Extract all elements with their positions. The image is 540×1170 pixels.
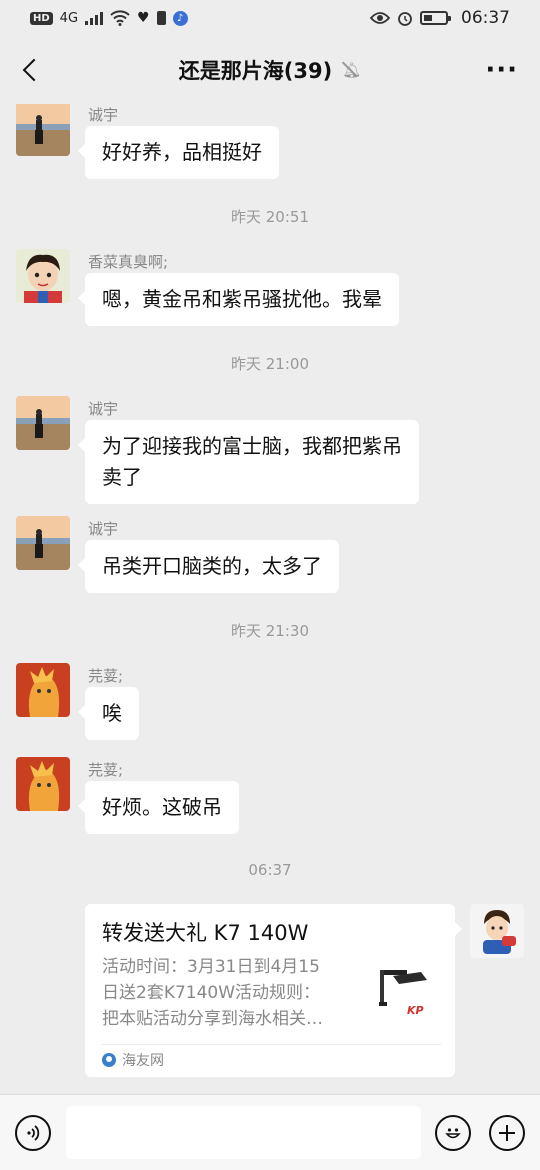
alarm-icon bbox=[398, 12, 412, 26]
sender-name: 芫荽; bbox=[88, 667, 124, 685]
message-text: 唉 bbox=[102, 701, 122, 725]
sender-name: 香菜真臭啊; bbox=[88, 253, 169, 271]
plus-icon bbox=[499, 1125, 515, 1141]
message-text: 好烦。这破吊 bbox=[102, 795, 222, 819]
back-icon bbox=[22, 58, 46, 82]
share-card-divider bbox=[102, 1044, 441, 1045]
music-app-icon: ♪ bbox=[172, 10, 188, 26]
chat-title: 还是那片海(39) bbox=[178, 59, 333, 83]
message-text-line: 为了迎接我的富士脑，我都把紫吊 bbox=[102, 434, 402, 458]
status-bar: HD 4G ♥ ♪ 06:37 bbox=[0, 0, 540, 36]
share-card-source-name: 海友网 bbox=[122, 1053, 164, 1069]
message-bubble[interactable]: 嗯，黄金吊和紫吊骚扰他。我晕 bbox=[78, 273, 399, 326]
eye-icon bbox=[370, 12, 390, 24]
sender-name: 诚宇 bbox=[88, 520, 119, 538]
voice-icon bbox=[27, 1125, 40, 1141]
status-left: HD 4G ♥ ♪ bbox=[30, 10, 188, 26]
message-bubble[interactable]: 吊类开口脑类的，太多了 bbox=[78, 540, 339, 593]
avatar[interactable] bbox=[16, 516, 70, 570]
message-text: 好好养，品相挺好 bbox=[102, 140, 262, 164]
share-card-title: 转发送大礼 K7 140W bbox=[102, 921, 309, 945]
avatar[interactable] bbox=[16, 663, 70, 717]
chat-header: 还是那片海(39) 🔔︎ ··· bbox=[0, 36, 540, 104]
message-text: 吊类开口脑类的，太多了 bbox=[102, 554, 322, 578]
health-icon: ♥ bbox=[137, 10, 150, 26]
timestamp: 昨天 20:51 bbox=[231, 208, 309, 226]
message-bubble[interactable]: 好烦。这破吊 bbox=[78, 781, 239, 834]
sender-name: 诚宇 bbox=[88, 400, 119, 418]
more-icon: ··· bbox=[485, 55, 518, 85]
emoji-button[interactable] bbox=[435, 1115, 471, 1151]
network-type: 4G bbox=[59, 10, 79, 26]
battery-icon bbox=[420, 11, 451, 25]
input-bar bbox=[0, 1094, 540, 1170]
share-card-desc-line: 把本贴活动分享到海水相关… bbox=[102, 1009, 323, 1029]
self-avatar[interactable] bbox=[470, 904, 524, 958]
voice-button[interactable] bbox=[15, 1115, 51, 1151]
message-bubble[interactable]: 唉 bbox=[78, 687, 139, 740]
wifi-icon bbox=[110, 10, 130, 26]
avatar[interactable] bbox=[16, 104, 70, 156]
plus-button[interactable] bbox=[489, 1115, 525, 1151]
source-app-icon bbox=[102, 1053, 116, 1067]
hd-indicator: HD bbox=[30, 11, 53, 25]
share-card-description: 活动时间：3月31日到4月15 日送2套K7140W活动规则： 把本贴活动分享到… bbox=[102, 954, 352, 1032]
signal-icon bbox=[85, 11, 104, 25]
avatar[interactable] bbox=[16, 396, 70, 450]
share-card-source[interactable]: 海友网 bbox=[102, 1050, 164, 1070]
share-card-logo: KP bbox=[407, 1004, 424, 1017]
mute-icon: 🔔︎ bbox=[342, 61, 362, 79]
emoji-icon bbox=[445, 1128, 461, 1139]
avatar[interactable] bbox=[16, 249, 70, 303]
back-button[interactable] bbox=[12, 52, 48, 88]
avatar[interactable] bbox=[16, 757, 70, 811]
sender-name: 芫荽; bbox=[88, 761, 124, 779]
status-time: 06:37 bbox=[461, 8, 510, 28]
share-card-thumbnail: KP bbox=[375, 962, 433, 1022]
message-list[interactable]: 诚宇 好好养，品相挺好 昨天 20:51 香菜真臭啊; 嗯，黄金吊和紫吊骚扰他。… bbox=[0, 104, 540, 1094]
message-bubble[interactable]: 为了迎接我的富士脑，我都把紫吊 卖了 bbox=[78, 420, 419, 504]
message-text-line: 卖了 bbox=[102, 465, 142, 489]
message-input[interactable] bbox=[66, 1106, 421, 1159]
share-card-desc-line: 活动时间：3月31日到4月15 bbox=[102, 957, 320, 977]
share-card-desc-line: 日送2套K7140W活动规则： bbox=[102, 983, 321, 1003]
timestamp: 昨天 21:00 bbox=[231, 355, 309, 373]
title-wrap: 还是那片海(39) 🔔︎ bbox=[179, 55, 361, 85]
notification-icon bbox=[156, 11, 166, 25]
sender-name: 诚宇 bbox=[88, 106, 119, 124]
status-right: 06:37 bbox=[370, 8, 510, 28]
share-card[interactable]: 转发送大礼 K7 140W 活动时间：3月31日到4月15 日送2套K7140W… bbox=[85, 904, 462, 1077]
message-bubble[interactable]: 好好养，品相挺好 bbox=[78, 126, 279, 179]
timestamp: 昨天 21:30 bbox=[231, 622, 309, 640]
message-text: 嗯，黄金吊和紫吊骚扰他。我晕 bbox=[102, 287, 382, 311]
more-button[interactable]: ··· bbox=[485, 52, 518, 88]
timestamp: 06:37 bbox=[248, 861, 292, 879]
